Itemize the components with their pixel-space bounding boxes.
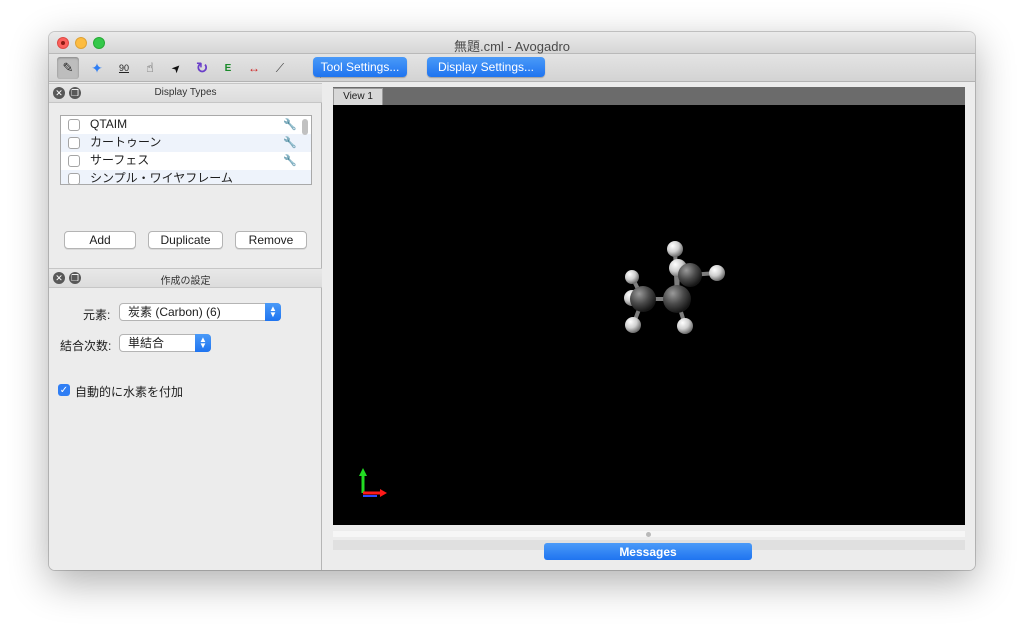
bond-order-select-value: 単結合 (128, 336, 165, 350)
list-item-label: QTAIM (90, 117, 128, 131)
auto-hydrogen-label: 自動的に水素を付加 (75, 385, 184, 399)
remove-button[interactable]: Remove (235, 231, 307, 249)
list-item[interactable]: シンプル・ワイヤフレーム (61, 170, 311, 185)
window-title: 無題.cml - Avogadro (453, 39, 571, 54)
list-item-label: サーフェス (90, 153, 150, 167)
left-dock-panel: ✕ ❐ Display Types QTAIM 🔧 カートゥーン 🔧 サーフェス… (49, 83, 322, 570)
wrench-icon[interactable]: 🔧 (283, 153, 297, 170)
hydrogen-atom[interactable] (709, 265, 725, 281)
display-types-dock-header: ✕ ❐ Display Types (49, 83, 322, 103)
splitter-handle-icon[interactable] (646, 532, 651, 537)
messages-button[interactable]: Messages (544, 543, 752, 560)
tool-settings-button[interactable]: Tool Settings... (313, 57, 407, 77)
hydrogen-atom[interactable] (667, 241, 683, 257)
display-type-checkbox[interactable] (68, 173, 80, 184)
duplicate-button[interactable]: Duplicate (148, 231, 223, 249)
hydrogen-atom[interactable] (625, 317, 641, 333)
bond-order-label: 結合次数: (60, 339, 112, 353)
view-tab-bar: View 1 (333, 87, 965, 105)
element-select[interactable]: 炭素 (Carbon) (6) ▲ ▼ (119, 303, 281, 321)
select-arrow-icon[interactable]: ➤ (160, 52, 191, 83)
add-button[interactable]: Add (64, 231, 136, 249)
main-toolbar: ✎ ✦ 90 ☝ ➤ ↻ E ↔ ⟋ Tool Settings... Disp… (49, 54, 975, 82)
hydrogen-atom[interactable] (677, 318, 693, 334)
bond-order-select[interactable]: 単結合 ▲ ▼ (119, 334, 211, 352)
molecule-viewport[interactable] (333, 105, 965, 525)
hydrogen-atom[interactable] (625, 270, 639, 284)
rotate-icon[interactable]: ↻ (191, 57, 213, 79)
build-settings-title: 作成の設定 (160, 276, 211, 287)
display-types-list[interactable]: QTAIM 🔧 カートゥーン 🔧 サーフェス 🔧 シンプル・ワイヤフレーム (60, 115, 312, 185)
carbon-atom[interactable] (678, 263, 702, 287)
list-scrollbar[interactable] (302, 119, 308, 135)
carbon-atom[interactable] (663, 285, 691, 313)
manipulate-hand-icon[interactable]: ☝ (139, 57, 161, 79)
main-view-area: View 1 Messages (323, 83, 975, 570)
wrench-icon[interactable]: 🔧 (283, 135, 297, 152)
chevron-up-down-icon: ▲ ▼ (195, 334, 211, 352)
app-window: 無題.cml - Avogadro ✎ ✦ 90 ☝ ➤ ↻ E ↔ ⟋ Too… (49, 32, 975, 570)
element-label: 元素: (83, 308, 111, 322)
display-settings-button[interactable]: Display Settings... (427, 57, 545, 77)
list-item[interactable]: QTAIM 🔧 (61, 116, 311, 134)
list-item-label: シンプル・ワイヤフレーム (90, 171, 233, 185)
title-bar: 無題.cml - Avogadro (49, 32, 975, 54)
draw-pencil-icon[interactable]: ✎ (57, 57, 79, 79)
align-icon[interactable]: ⟋ (269, 57, 291, 79)
ruler-measure-icon[interactable]: ↔ (243, 57, 265, 79)
wrench-icon[interactable]: 🔧 (283, 117, 297, 134)
display-type-checkbox[interactable] (68, 119, 80, 131)
axes-triad-icon (359, 468, 387, 497)
display-types-title: Display Types (154, 87, 217, 98)
measure-angle-icon[interactable]: 90 (113, 57, 135, 79)
navigate-icon[interactable]: ✦ (86, 57, 108, 79)
list-item[interactable]: サーフェス 🔧 (61, 152, 311, 170)
list-item-label: カートゥーン (90, 135, 162, 149)
element-select-value: 炭素 (Carbon) (6) (128, 305, 221, 319)
auto-hydrogen-checkbox[interactable]: ✓ (58, 384, 70, 396)
list-item[interactable]: カートゥーン 🔧 (61, 134, 311, 152)
display-type-checkbox[interactable] (68, 137, 80, 149)
tab-view-1[interactable]: View 1 (333, 88, 383, 105)
molecule-render (359, 241, 725, 497)
display-type-checkbox[interactable] (68, 155, 80, 167)
build-settings-dock-header: ✕ ❐ 作成の設定 (49, 268, 322, 288)
carbon-atom[interactable] (630, 286, 656, 312)
auto-optimize-icon[interactable]: E (217, 57, 239, 79)
chevron-up-down-icon: ▲ ▼ (265, 303, 281, 321)
